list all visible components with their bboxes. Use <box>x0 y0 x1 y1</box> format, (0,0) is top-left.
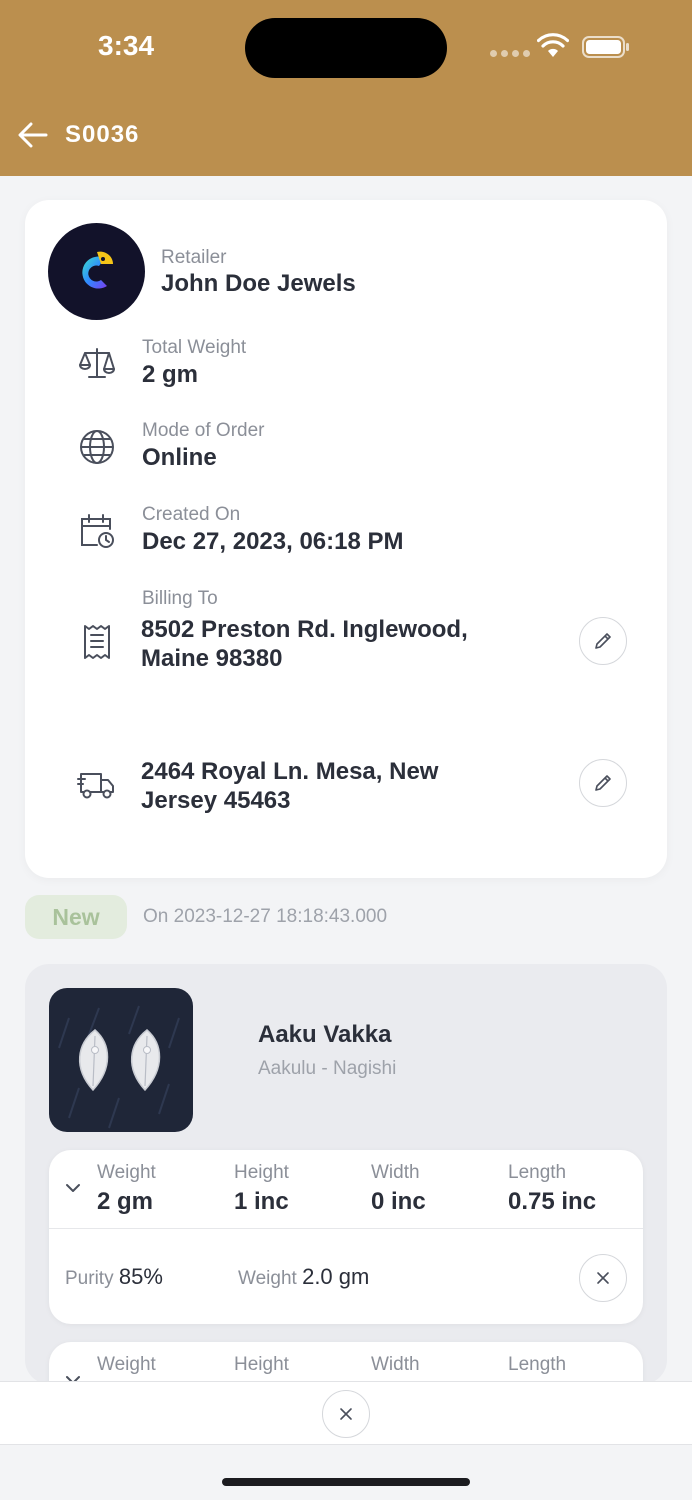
battery-icon <box>582 36 629 58</box>
variant-row: Weight Height Width Length <box>49 1342 643 1384</box>
purity-label: Purity <box>65 1268 114 1289</box>
close-icon <box>340 1408 352 1420</box>
mode-label: Mode of Order <box>142 420 265 441</box>
weight-value: 2 gm <box>97 1188 154 1215</box>
edit-shipping-button[interactable] <box>579 759 627 807</box>
width-label: Width <box>371 1354 420 1375</box>
total-weight-label: Total Weight <box>142 337 247 358</box>
width-value: 0 inc <box>371 1188 426 1215</box>
height-label: Height <box>234 1162 289 1183</box>
scale-icon <box>79 348 115 378</box>
close-icon <box>597 1272 609 1284</box>
billing-label: Billing To <box>142 588 218 609</box>
detail-weight-label: Weight <box>238 1268 297 1289</box>
total-weight-value: 2 gm <box>142 361 199 388</box>
variant-length: Length <box>508 1354 566 1376</box>
product-card: Aaku Vakka Aakulu - Nagishi Weight 2 gm … <box>25 964 667 1384</box>
retailer-logo-icon <box>81 251 113 289</box>
delivery-truck-icon <box>77 773 114 799</box>
shipping-address-line2: Jersey 45463 <box>141 787 291 814</box>
weight-label: Weight <box>97 1354 156 1375</box>
mode-value: Online <box>142 444 217 471</box>
pencil-icon <box>595 775 611 791</box>
variant-weight: Weight 2 gm <box>97 1162 156 1216</box>
billing-address-line2: Maine 98380 <box>141 645 283 672</box>
purity-detail: Purity 85% <box>65 1264 163 1290</box>
created-label: Created On <box>142 504 241 525</box>
signal-icon <box>490 50 530 57</box>
variant-weight: Weight <box>97 1354 156 1376</box>
length-label: Length <box>508 1162 567 1183</box>
billing-address-line1: 8502 Preston Rd. Inglewood, <box>141 616 468 643</box>
weight-detail: Weight 2.0 gm <box>238 1264 369 1290</box>
close-button[interactable] <box>322 1390 370 1438</box>
retailer-avatar <box>48 223 145 320</box>
globe-icon <box>80 430 114 464</box>
length-label: Length <box>508 1354 567 1375</box>
width-label: Width <box>371 1162 420 1183</box>
dynamic-island <box>245 18 447 78</box>
order-info-card: Retailer John Doe Jewels Total Weight 2 … <box>25 200 667 878</box>
remove-variant-button[interactable] <box>579 1254 627 1302</box>
divider <box>49 1228 643 1229</box>
product-subtitle: Aakulu - Nagishi <box>258 1058 397 1079</box>
purity-value: 85% <box>118 1264 163 1289</box>
variant-height: Height <box>234 1354 289 1376</box>
variant-height: Height 1 inc <box>234 1162 289 1216</box>
variant-width: Width <box>371 1354 420 1376</box>
created-value: Dec 27, 2023, 06:18 PM <box>142 528 404 555</box>
length-value: 0.75 inc <box>508 1188 597 1215</box>
wifi-icon <box>537 33 569 57</box>
chevron-down-icon[interactable] <box>63 1178 83 1198</box>
product-image <box>49 988 193 1132</box>
back-arrow-icon[interactable] <box>16 118 50 152</box>
status-badge: New <box>25 895 127 939</box>
page-title: S0036 <box>65 121 140 148</box>
height-label: Height <box>234 1354 289 1375</box>
weight-label: Weight <box>97 1162 156 1183</box>
retailer-name: John Doe Jewels <box>161 270 356 297</box>
home-indicator <box>222 1478 470 1486</box>
receipt-icon <box>84 625 110 659</box>
status-date: On 2023-12-27 18:18:43.000 <box>143 906 388 927</box>
product-name: Aaku Vakka <box>258 1021 392 1048</box>
app-header: 3:34 S0036 <box>0 0 692 176</box>
earrings-image <box>58 1005 180 1129</box>
pencil-icon <box>595 633 611 649</box>
variant-length: Length 0.75 inc <box>508 1162 596 1216</box>
variant-row: Weight 2 gm Height 1 inc Width 0 inc Len… <box>49 1150 643 1324</box>
detail-weight-value: 2.0 gm <box>302 1264 370 1289</box>
bottom-action-bar <box>0 1381 692 1445</box>
calendar-clock-icon <box>81 514 114 548</box>
height-value: 1 inc <box>234 1188 289 1215</box>
edit-billing-button[interactable] <box>579 617 627 665</box>
retailer-label: Retailer <box>161 247 227 268</box>
status-time: 3:34 <box>98 30 155 61</box>
shipping-address-line1: 2464 Royal Ln. Mesa, New <box>141 758 439 785</box>
variant-width: Width 0 inc <box>371 1162 426 1216</box>
